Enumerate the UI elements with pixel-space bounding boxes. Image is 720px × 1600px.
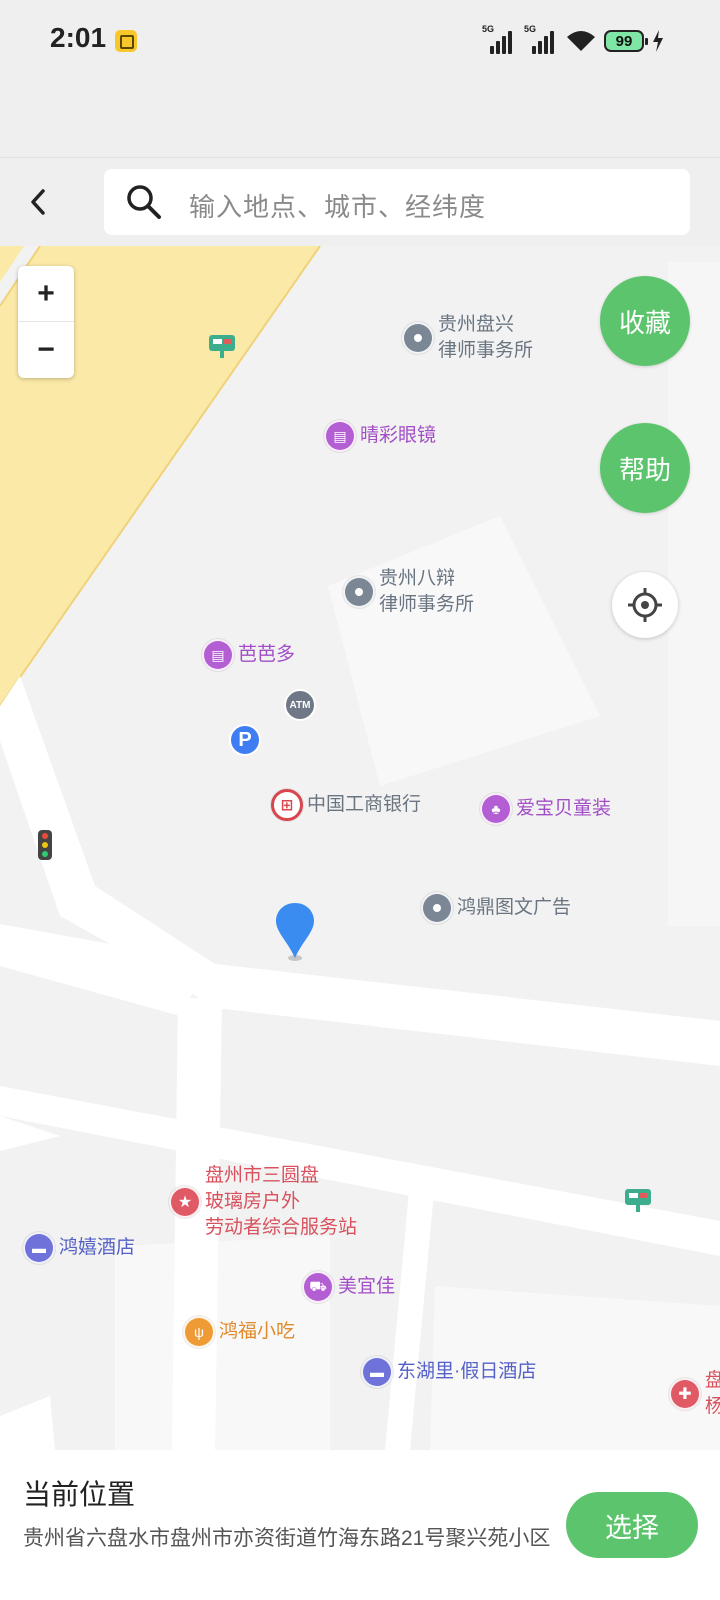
poi-shop[interactable]: ▤ 芭芭多 xyxy=(202,639,295,671)
parking-icon[interactable]: P xyxy=(229,724,261,756)
status-indicators: 5G 5G 99 xyxy=(482,24,664,56)
cart-icon: ⛟ xyxy=(302,1271,334,1303)
cellular-signal-icon: 5G xyxy=(482,24,516,54)
poi-label: 中国工商银行 xyxy=(307,794,422,815)
poi-icon xyxy=(402,322,434,354)
poi-bank[interactable]: ⊞ 中国工商银行 xyxy=(271,789,421,821)
poi-label: 鸿嬉酒店 xyxy=(59,1237,136,1258)
poi-label: 贵州八辩 律师事务所 xyxy=(379,568,475,615)
icbc-bank-icon: ⊞ xyxy=(271,789,303,821)
locate-me-button[interactable] xyxy=(612,572,678,638)
chevron-left-icon xyxy=(31,189,45,215)
search-header: 输入地点、城市、经纬度 xyxy=(0,158,720,246)
poi-label: 鸿福小吃 xyxy=(219,1321,296,1342)
current-location-address: 贵州省六盘水市盘州市亦资街道竹海东路21号聚兴苑小区 xyxy=(23,1527,551,1550)
battery-level: 99 xyxy=(615,32,633,50)
favorite-button[interactable]: 收藏 xyxy=(600,276,690,366)
poi-label: 东湖里·假日酒店 xyxy=(397,1361,537,1382)
bed-icon: ▬ xyxy=(23,1232,55,1264)
cellular-signal-icon: 5G xyxy=(524,24,558,54)
header-spacer xyxy=(0,84,720,158)
wifi-icon xyxy=(567,31,595,51)
battery-icon: 99 xyxy=(604,30,648,52)
notification-app-icon xyxy=(115,30,137,52)
bus-stop-icon[interactable] xyxy=(624,1188,652,1212)
search-input[interactable]: 输入地点、城市、经纬度 xyxy=(104,169,690,235)
search-placeholder: 输入地点、城市、经纬度 xyxy=(189,192,487,222)
traffic-light-icon xyxy=(38,830,52,860)
poi-glasses-shop[interactable]: ▤ 晴彩眼镜 xyxy=(324,420,436,452)
poi-label: 爱宝贝童装 xyxy=(516,798,612,819)
poi-icon xyxy=(343,576,375,608)
poi-law-firm[interactable]: 贵州盘兴 律师事务所 xyxy=(402,312,533,364)
back-button[interactable] xyxy=(14,174,62,230)
map-picker-screen: 2:01 5G 5G 99 输入地点、城市、经纬度 + − 收藏 帮助 贵州盘兴… xyxy=(0,0,720,1600)
search-icon xyxy=(127,185,161,219)
current-location-title: 当前位置 xyxy=(23,1479,136,1510)
poi-hotel[interactable]: ▬ 鸿嬉酒店 xyxy=(23,1232,135,1264)
shirt-icon: ♣ xyxy=(480,793,512,825)
atm-icon[interactable]: ATM xyxy=(284,689,316,721)
zoom-in-button[interactable]: + xyxy=(18,266,74,322)
bed-icon: ▬ xyxy=(361,1356,393,1388)
poi-icon xyxy=(421,892,453,924)
map-view[interactable]: + − 收藏 帮助 贵州盘兴 律师事务所 ▤ 晴彩眼镜 贵州八辩 律师事务所 ▤… xyxy=(0,246,720,1450)
crosshair-icon xyxy=(628,588,662,622)
poi-ad-shop[interactable]: 鸿鼎图文广告 xyxy=(421,892,571,924)
shop-icon: ▤ xyxy=(324,420,356,452)
poi-clinic[interactable]: ✚ 盘 杨 xyxy=(669,1368,720,1420)
poi-label: 芭芭多 xyxy=(238,644,296,665)
poi-clothing-store[interactable]: ♣ 爱宝贝童装 xyxy=(480,793,611,825)
zoom-out-button[interactable]: − xyxy=(18,322,74,378)
poi-service-station[interactable]: ★ 盘州市三圆盘 玻璃房户外 劳动者综合服务站 xyxy=(169,1163,357,1241)
poi-label: 鸿鼎图文广告 xyxy=(457,897,572,918)
poi-restaurant[interactable]: ψ 鸿福小吃 xyxy=(183,1316,295,1348)
fork-knife-icon: ψ xyxy=(183,1316,215,1348)
poi-label: 盘 杨 xyxy=(705,1370,720,1417)
bus-stop-icon[interactable] xyxy=(208,334,236,358)
current-location-panel: 当前位置 贵州省六盘水市盘州市亦资街道竹海东路21号聚兴苑小区 选择 xyxy=(0,1450,720,1600)
stethoscope-icon: ✚ xyxy=(669,1378,701,1410)
network-type-label: 5G xyxy=(524,24,537,34)
status-time: 2:01 xyxy=(50,22,107,53)
poi-label: 晴彩眼镜 xyxy=(360,425,437,446)
poi-label: 美宜佳 xyxy=(338,1276,396,1297)
location-pin-icon[interactable] xyxy=(275,902,315,962)
poi-law-firm[interactable]: 贵州八辩 律师事务所 xyxy=(343,566,474,618)
select-button[interactable]: 选择 xyxy=(566,1492,698,1558)
poi-label: 盘州市三圆盘 玻璃房户外 劳动者综合服务站 xyxy=(205,1165,358,1238)
poi-label: 贵州盘兴 律师事务所 xyxy=(438,314,534,361)
shop-icon: ▤ xyxy=(202,639,234,671)
status-bar: 2:01 5G 5G 99 xyxy=(0,0,720,84)
charging-icon xyxy=(653,30,663,52)
zoom-control: + − xyxy=(18,266,74,378)
network-type-label: 5G xyxy=(482,24,495,34)
poi-hotel[interactable]: ▬ 东湖里·假日酒店 xyxy=(361,1356,536,1388)
help-button[interactable]: 帮助 xyxy=(600,423,690,513)
star-icon: ★ xyxy=(169,1186,201,1218)
poi-convenience-store[interactable]: ⛟ 美宜佳 xyxy=(302,1271,395,1303)
